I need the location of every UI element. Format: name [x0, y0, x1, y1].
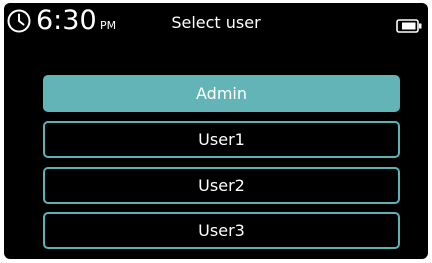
user-item-user3[interactable]: User3: [43, 212, 400, 249]
device-screen: 6:30 PM Select user Admin User1 User2 Us…: [4, 3, 428, 259]
page-title: Select user: [171, 13, 261, 32]
user-item-user2[interactable]: User2: [43, 167, 400, 204]
user-item-admin[interactable]: Admin: [43, 75, 400, 112]
battery-icon: [396, 19, 422, 33]
status-bar: 6:30 PM Select user: [4, 3, 428, 43]
user-item-user1[interactable]: User1: [43, 121, 400, 158]
